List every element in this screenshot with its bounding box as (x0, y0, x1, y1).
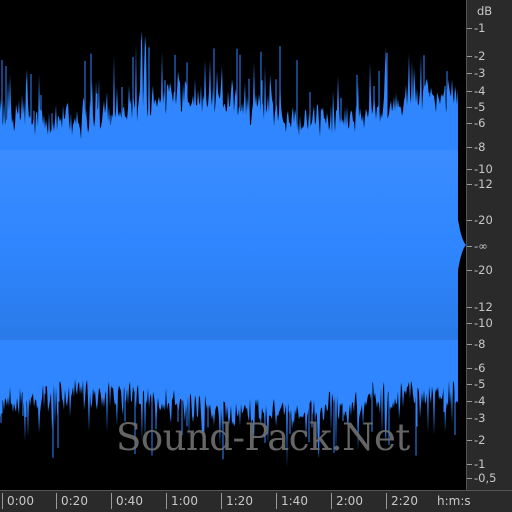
time-ruler: 0:00 0:20 0:40 1:00 1:20 1:40 2:00 2:20 … (0, 490, 512, 512)
db-tick: -12 (467, 301, 493, 313)
db-tick: -12 (467, 178, 493, 190)
db-tick: -4 (467, 85, 485, 97)
db-tick: -2 (467, 434, 485, 446)
db-tick: -1 (467, 458, 485, 470)
db-tick: -6 (467, 362, 485, 374)
db-unit-label: dB (477, 4, 493, 18)
db-tick: -4 (467, 395, 485, 407)
db-tick: -2 (467, 50, 485, 62)
time-tick: 2:00 (331, 493, 363, 509)
time-tick: 2:20 (386, 493, 418, 509)
time-tick: 1:20 (221, 493, 253, 509)
time-tick: 1:40 (276, 493, 308, 509)
db-tick: -10 (467, 163, 493, 175)
db-tick: -6 (467, 117, 485, 129)
time-tick: 0:00 (2, 493, 34, 509)
db-tick: -20 (467, 214, 493, 226)
db-tick: -5 (467, 101, 485, 113)
db-tick: -8 (467, 338, 485, 350)
db-tick: -0,5 (467, 472, 496, 484)
time-tick: 1:00 (166, 493, 198, 509)
db-tick: -3 (467, 412, 485, 424)
time-unit-label: h:m:s (437, 494, 471, 508)
time-tick: 0:20 (56, 493, 88, 509)
db-tick: -∞ (467, 240, 488, 252)
db-tick: -10 (467, 317, 493, 329)
db-ruler: dB -1 -2 -3 -4 -5 -6 -8 -10 -12 -20 -∞ -… (466, 0, 512, 490)
db-tick: -1 (467, 22, 485, 34)
db-tick: -3 (467, 67, 485, 79)
db-tick: -5 (467, 378, 485, 390)
waveform-body (0, 150, 458, 340)
db-tick: -8 (467, 141, 485, 153)
time-tick: 0:40 (111, 493, 143, 509)
waveform-display[interactable] (0, 0, 466, 490)
db-tick: -20 (467, 264, 493, 276)
